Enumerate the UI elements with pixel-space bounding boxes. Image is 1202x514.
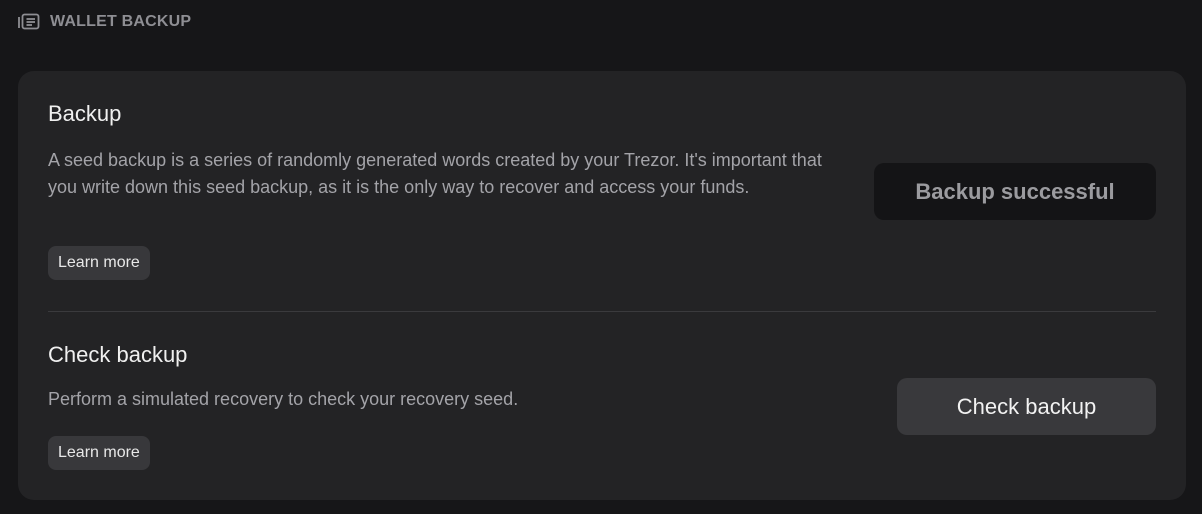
backup-successful-button[interactable]: Backup successful <box>874 163 1156 220</box>
backup-title: Backup <box>48 101 122 126</box>
backup-description: A seed backup is a series of randomly ge… <box>48 150 822 197</box>
check-backup-button[interactable]: Check backup <box>897 378 1156 435</box>
section-header: WALLET BACKUP <box>18 10 191 34</box>
wallet-backup-card: Backup A seed backup is a series of rand… <box>18 71 1186 500</box>
check-backup-row: Check backup Perform a simulated recover… <box>48 342 1156 482</box>
check-backup-title: Check backup <box>48 342 188 367</box>
wallet-list-icon <box>18 13 40 31</box>
check-backup-description: Perform a simulated recovery to check yo… <box>48 389 519 409</box>
check-backup-learn-more-button[interactable]: Learn more <box>48 436 150 470</box>
settings-page: WALLET BACKUP Backup A seed backup is a … <box>0 0 1202 514</box>
divider <box>48 311 1156 312</box>
backup-learn-more-button[interactable]: Learn more <box>48 246 150 280</box>
section-title: WALLET BACKUP <box>50 13 192 30</box>
backup-row: Backup A seed backup is a series of rand… <box>48 101 1156 311</box>
